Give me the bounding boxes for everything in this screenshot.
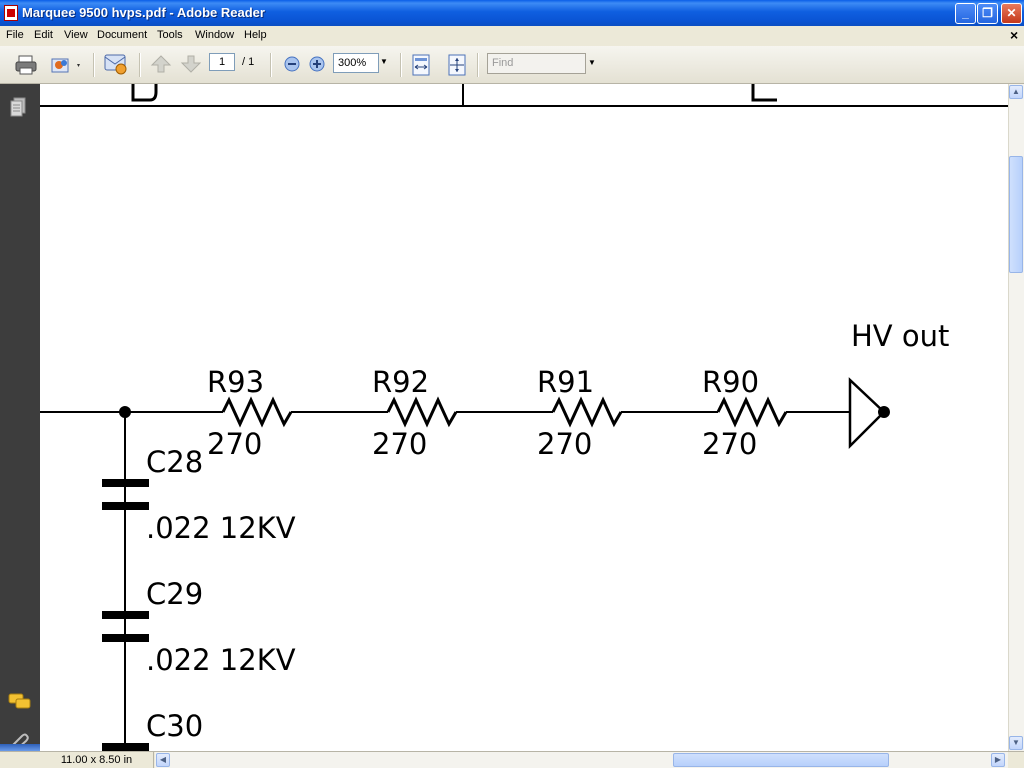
nav-pane-splitter[interactable] xyxy=(0,744,40,751)
resistor-r91-ref: R91 xyxy=(537,365,594,399)
close-window-button[interactable]: ✕ xyxy=(1001,3,1022,24)
capacitor-c28-ref: C28 xyxy=(146,445,203,479)
window-title: Marquee 9500 hvps.pdf - Adobe Reader xyxy=(22,5,265,20)
toolbar-separator xyxy=(139,53,141,77)
capacitor-c29-plate-bottom xyxy=(102,634,149,642)
capacitor-c29-ref: C29 xyxy=(146,577,203,611)
menu-window[interactable]: Window xyxy=(195,29,234,41)
zoom-level-input[interactable]: 300% xyxy=(333,53,379,73)
vertical-scroll-thumb[interactable] xyxy=(1009,156,1023,273)
column-marker-d-glyph xyxy=(131,84,158,102)
capacitor-c30-plate-top xyxy=(102,743,149,751)
capacitor-c29-value: .022 12KV xyxy=(146,643,296,677)
horizontal-scroll-thumb[interactable] xyxy=(673,753,889,767)
resistor-r92-ref: R92 xyxy=(372,365,429,399)
print-icon[interactable] xyxy=(14,54,38,76)
capacitor-c28-value: .022 12KV xyxy=(146,511,296,545)
page-size-label: 11.00 x 8.50 in xyxy=(40,752,154,768)
capacitor-c29-plate-top xyxy=(102,611,149,619)
page-total-label: / 1 xyxy=(242,56,255,68)
restore-button[interactable]: ❐ xyxy=(977,3,998,24)
toolbar-separator xyxy=(270,53,272,77)
toolbar-separator xyxy=(400,53,402,77)
resistor-r93-ref: R93 xyxy=(207,365,264,399)
find-input[interactable]: Find xyxy=(487,53,586,74)
document-view[interactable]: R93 270 R92 270 R91 270 R90 270 HV out C… xyxy=(40,84,1008,751)
resistor-r91-value: 270 xyxy=(537,427,592,461)
resistor-r90-ref: R90 xyxy=(702,365,759,399)
page-number-input[interactable]: 1 xyxy=(209,53,235,71)
share-icon[interactable] xyxy=(50,54,84,76)
capacitor-c30-ref: C30 xyxy=(146,709,203,743)
email-icon[interactable] xyxy=(102,51,130,77)
next-page-icon[interactable] xyxy=(180,54,202,74)
zoom-dropdown-icon[interactable]: ▼ xyxy=(380,57,388,66)
scroll-right-icon[interactable]: ▶ xyxy=(991,753,1005,767)
menu-document[interactable]: Document xyxy=(97,29,147,41)
hv-out-label: HV out xyxy=(851,319,949,353)
hv-out-node xyxy=(878,406,890,418)
navigation-pane xyxy=(0,84,40,751)
fit-page-icon[interactable] xyxy=(446,53,468,77)
previous-page-icon[interactable] xyxy=(150,54,172,74)
pages-icon[interactable] xyxy=(9,96,29,120)
menu-tools[interactable]: Tools xyxy=(157,29,183,41)
toolbar-separator xyxy=(93,53,95,77)
resistor-r90-value: 270 xyxy=(702,427,757,461)
menu-edit[interactable]: Edit xyxy=(34,29,53,41)
zoom-out-icon[interactable] xyxy=(283,55,301,73)
comments-icon[interactable] xyxy=(8,693,32,711)
column-marker-e-glyph xyxy=(751,84,777,102)
capacitor-c28-plate-bottom xyxy=(102,502,149,510)
zoom-in-icon[interactable] xyxy=(308,55,326,73)
menu-bar: File Edit View Document Tools Window Hel… xyxy=(0,26,1024,46)
fit-width-icon[interactable] xyxy=(410,53,432,77)
find-dropdown-icon[interactable]: ▼ xyxy=(588,58,596,67)
menu-help[interactable]: Help xyxy=(244,29,267,41)
close-document-button[interactable]: × xyxy=(1010,27,1018,43)
resistor-r92-value: 270 xyxy=(372,427,427,461)
adobe-reader-icon[interactable] xyxy=(4,5,18,21)
menu-file[interactable]: File xyxy=(6,29,24,41)
scroll-up-icon[interactable]: ▲ xyxy=(1009,85,1023,99)
scroll-down-icon[interactable]: ▼ xyxy=(1009,736,1023,750)
resistor-r93-value: 270 xyxy=(207,427,262,461)
minimize-button[interactable]: _ xyxy=(955,3,976,24)
menu-view[interactable]: View xyxy=(64,29,88,41)
scroll-left-icon[interactable]: ◀ xyxy=(156,753,170,767)
capacitor-c28-plate-top xyxy=(102,479,149,487)
toolbar-separator xyxy=(477,53,479,77)
schematic-drawing: R93 270 R92 270 R91 270 R90 270 HV out C… xyxy=(40,84,1008,751)
